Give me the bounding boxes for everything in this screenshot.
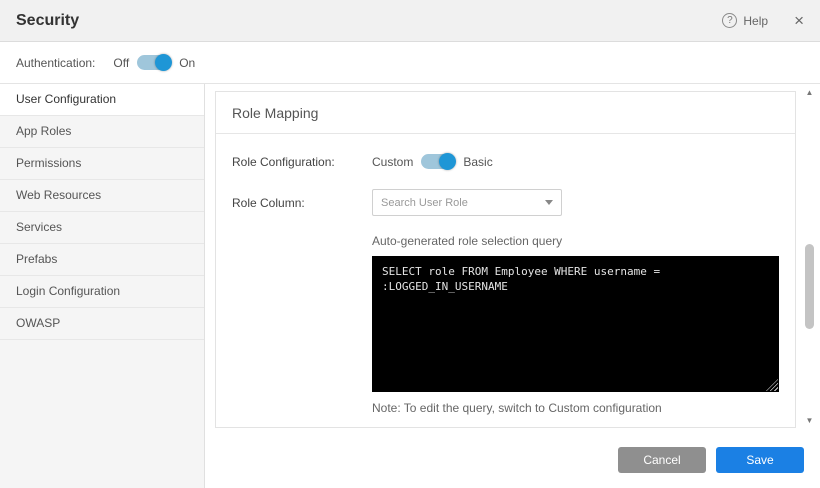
help-label: Help [743,14,768,28]
scroll-down-icon[interactable]: ▼ [806,416,814,426]
role-column-row: Role Column: Search User Role [232,189,779,216]
save-button[interactable]: Save [716,447,804,473]
role-configuration-toggle[interactable] [421,154,455,169]
dialog-body: User Configuration App Roles Permissions… [0,84,820,488]
sidebar-item-user-configuration[interactable]: User Configuration [0,84,204,116]
sidebar-item-web-resources[interactable]: Web Resources [0,180,204,212]
scrollbar-thumb[interactable] [805,244,814,329]
close-icon[interactable]: × [794,12,804,29]
sidebar: User Configuration App Roles Permissions… [0,84,205,488]
cancel-button[interactable]: Cancel [618,447,706,473]
security-dialog: Security ? Help × Authentication: Off On… [0,0,820,488]
role-column-control: Search User Role [372,189,562,216]
role-configuration-row: Role Configuration: Custom Basic [232,154,779,169]
scroll-up-icon[interactable]: ▲ [806,88,814,98]
query-section: Auto-generated role selection query SELE… [372,234,779,415]
role-mapping-panel: Role Mapping Role Configuration: Custom … [215,91,796,428]
query-note: Note: To edit the query, switch to Custo… [372,401,779,415]
section-title: Role Mapping [216,92,795,134]
query-code-box: SELECT role FROM Employee WHERE username… [372,256,779,392]
role-column-label: Role Column: [232,196,372,210]
authentication-off-label: Off [113,56,129,70]
resize-handle[interactable] [766,379,778,391]
scrollbar-track[interactable] [803,98,816,416]
role-column-dropdown-value: Search User Role [381,197,539,209]
dialog-header: Security ? Help × [0,0,820,42]
help-button[interactable]: ? Help [722,13,768,28]
sidebar-item-permissions[interactable]: Permissions [0,148,204,180]
authentication-on-label: On [179,56,195,70]
role-configuration-basic-label: Basic [463,155,492,169]
query-caption: Auto-generated role selection query [372,234,779,248]
main-content: Role Mapping Role Configuration: Custom … [205,84,820,488]
sidebar-item-prefabs[interactable]: Prefabs [0,244,204,276]
authentication-label: Authentication: [16,56,95,70]
sidebar-item-login-configuration[interactable]: Login Configuration [0,276,204,308]
authentication-row: Authentication: Off On [0,42,820,84]
page-title: Security [16,12,79,30]
toggle-knob [439,153,456,170]
role-configuration-custom-label: Custom [372,155,413,169]
chevron-down-icon [545,200,553,205]
role-configuration-label: Role Configuration: [232,155,372,169]
help-icon: ? [722,13,737,28]
authentication-toggle[interactable] [137,55,171,70]
footer-actions: Cancel Save [618,447,804,473]
vertical-scrollbar[interactable]: ▲ ▼ [803,88,816,426]
role-column-dropdown[interactable]: Search User Role [372,189,562,216]
sidebar-item-app-roles[interactable]: App Roles [0,116,204,148]
role-configuration-control: Custom Basic [372,154,493,169]
query-text: SELECT role FROM Employee WHERE username… [382,265,660,293]
sidebar-item-services[interactable]: Services [0,212,204,244]
toggle-knob [155,54,172,71]
sidebar-item-owasp[interactable]: OWASP [0,308,204,340]
